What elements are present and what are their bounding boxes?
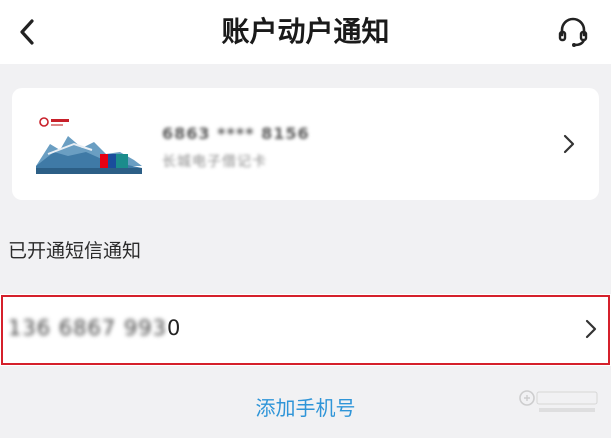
bank-card-row[interactable]: 6863 **** 8156 长城电子借记卡 [12,88,599,200]
masked-phone-digits: 136 6867 993 [8,316,167,340]
chevron-right-icon [585,319,597,339]
bank-card-icon [34,114,144,174]
card-type-label: 长城电子借记卡 [162,154,267,170]
phone-number-row[interactable]: 136 6867 9930 [0,294,611,366]
chevron-right-icon [563,134,575,154]
phone-last-digit: 0 [166,316,181,340]
watermark-logo [519,390,598,412]
top-bar: 账户动户通知 [0,0,611,64]
masked-card-number: 6863 **** 8156 [162,124,310,143]
customer-service-button[interactable] [553,12,593,52]
page-title: 账户动户通知 [221,15,390,48]
section-label: 已开通短信通知 [8,240,142,262]
headset-icon [558,17,588,47]
phone-number: 136 6867 9930 [8,316,180,340]
